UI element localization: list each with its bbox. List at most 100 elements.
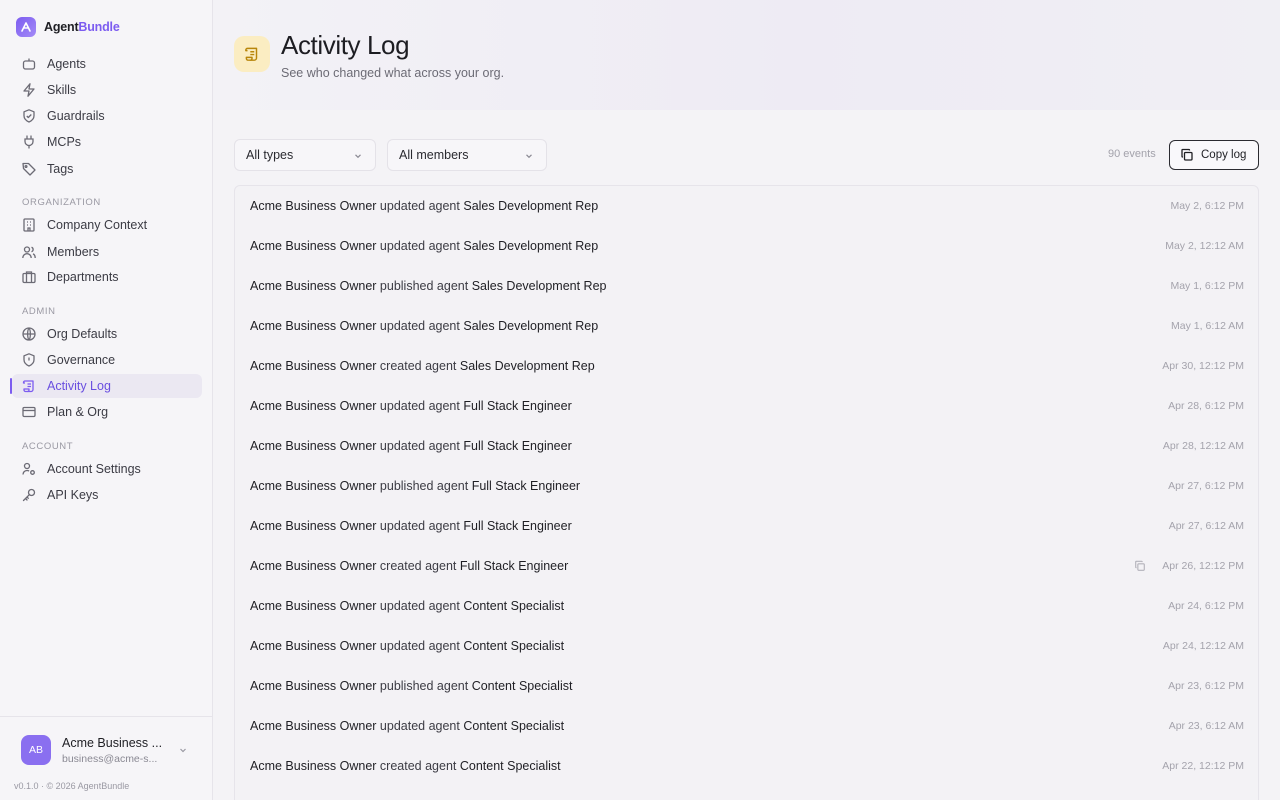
log-action: created agent — [379, 359, 457, 373]
sidebar-item-label: Governance — [47, 353, 116, 367]
log-row[interactable]: Acme Business Owner updated agent Full S… — [235, 386, 1258, 426]
sidebar-item-guardrails[interactable]: Guardrails — [12, 104, 202, 128]
events-count: 90 events — [1108, 148, 1156, 160]
sidebar-item-label: Agents — [47, 57, 86, 71]
log-action: published agent — [379, 479, 469, 493]
sidebar-item-agents[interactable]: Agents — [12, 52, 202, 76]
log-row[interactable]: Acme Business Owner updated agent Sales … — [235, 306, 1258, 346]
log-target: Content Specialist — [459, 759, 561, 773]
log-timestamp: Apr 26, 12:12 PM — [1162, 560, 1244, 572]
log-target: Full Stack Engineer — [463, 439, 572, 453]
chevron-down-icon — [180, 748, 186, 753]
sidebar-item-label: Members — [47, 245, 100, 259]
sidebar-item-label: Company Context — [47, 218, 148, 232]
type-filter-select[interactable]: All types — [234, 139, 376, 171]
user-cog-icon — [22, 462, 35, 475]
plug-icon — [24, 135, 34, 149]
log-action: created agent — [379, 559, 457, 573]
log-target: Full Stack Engineer — [459, 559, 569, 573]
log-entry-text: Acme Business Owner created agent Full S… — [250, 559, 568, 573]
member-filter-select[interactable]: All members — [387, 139, 547, 171]
sidebar-item-account-settings[interactable]: Account Settings — [12, 457, 202, 481]
log-row[interactable]: Acme Business Owner published agent Sale… — [235, 266, 1258, 306]
log-entry-text: Acme Business Owner created agent Sales … — [250, 359, 595, 373]
version-text: v0.1.0 · © 2026 AgentBundle — [14, 781, 130, 791]
log-entry-text: Acme Business Owner updated agent Conten… — [250, 639, 564, 653]
log-actor: Acme Business Owner — [250, 359, 377, 373]
chevron-down-icon — [526, 154, 532, 159]
log-action: updated agent — [379, 439, 460, 453]
log-actor: Acme Business Owner — [250, 239, 377, 253]
copy-icon — [1181, 148, 1193, 161]
credit-card-icon — [22, 406, 36, 418]
log-row[interactable]: Acme Business Owner updated agent Conten… — [235, 586, 1258, 626]
sidebar-item-activity-log[interactable]: Activity Log — [10, 374, 202, 398]
log-entry-text: Acme Business Owner published agent Sale… — [250, 279, 606, 293]
log-row[interactable]: Acme Business Owner updated agent Conten… — [235, 626, 1258, 666]
log-timestamp: Apr 28, 6:12 PM — [1168, 400, 1244, 412]
sidebar-item-label: Guardrails — [47, 109, 105, 123]
sidebar-item-label: Account Settings — [47, 462, 141, 476]
user-name: Acme Business ... — [62, 736, 163, 750]
sidebar-item-label: Tags — [47, 162, 74, 176]
sidebar-item-company-context[interactable]: Company Context — [12, 213, 202, 237]
log-actor: Acme Business Owner — [250, 439, 377, 453]
page-subtitle: See who changed what across your org. — [281, 66, 505, 80]
log-actor: Acme Business Owner — [250, 519, 377, 533]
brand[interactable]: AgentBundle — [16, 17, 120, 37]
log-row[interactable]: Acme Business Owner published agent Full… — [235, 466, 1258, 506]
log-action: updated agent — [379, 199, 460, 213]
sidebar-item-skills[interactable]: Skills — [12, 78, 202, 102]
sidebar-item-tags[interactable]: Tags — [12, 157, 202, 181]
log-entry-text: Acme Business Owner updated agent Full S… — [250, 519, 572, 533]
section-label-admin: ADMIN — [22, 306, 56, 317]
log-timestamp: Apr 30, 12:12 PM — [1162, 360, 1244, 372]
log-row[interactable]: Acme Business Owner published agent Cont… — [235, 666, 1258, 706]
log-row[interactable]: Acme Business Owner created agent Sales … — [235, 346, 1258, 386]
log-row[interactable]: Acme Business Owner updated agent Full S… — [235, 426, 1258, 466]
copy-row-icon[interactable] — [1134, 560, 1146, 572]
log-entry-text: Acme Business Owner updated agent Full S… — [250, 439, 572, 453]
log-actor: Acme Business Owner — [250, 479, 377, 493]
user-menu[interactable]: AB Acme Business ... business@acme-s... — [0, 716, 212, 782]
log-row[interactable]: Acme Business Owner updated agent Sales … — [235, 186, 1258, 226]
sidebar-item-api-keys[interactable]: API Keys — [12, 483, 202, 507]
sidebar-item-members[interactable]: Members — [12, 240, 202, 264]
shield-check-icon — [23, 109, 35, 123]
log-actor: Acme Business Owner — [250, 719, 377, 733]
log-row[interactable]: Acme Business Owner updated agent Full S… — [235, 506, 1258, 546]
log-action: updated agent — [379, 399, 460, 413]
log-target: Content Specialist — [471, 679, 573, 693]
sidebar-item-departments[interactable]: Departments — [12, 265, 202, 289]
log-row[interactable]: Acme Business Owner updated agent Sales … — [235, 226, 1258, 266]
log-timestamp: Apr 23, 6:12 PM — [1168, 680, 1244, 692]
sidebar-item-governance[interactable]: Governance — [12, 348, 202, 372]
log-action: published agent — [379, 279, 469, 293]
log-row[interactable]: Acme Business Owner created agent Full S… — [235, 546, 1258, 586]
log-entry-text: Acme Business Owner updated agent Full S… — [250, 399, 572, 413]
log-actor: Acme Business Owner — [250, 559, 377, 573]
scroll-icon — [245, 47, 258, 61]
log-entry-text: Acme Business Owner published agent Full… — [250, 479, 580, 493]
sidebar-item-org-defaults[interactable]: Org Defaults — [12, 322, 202, 346]
key-icon — [22, 488, 36, 502]
log-action: published agent — [379, 679, 469, 693]
log-timestamp: May 2, 12:12 AM — [1165, 240, 1244, 252]
copy-log-button[interactable]: Copy log — [1169, 140, 1259, 170]
sidebar-item-plan-org[interactable]: Plan & Org — [12, 400, 202, 424]
log-target: Full Stack Engineer — [463, 519, 572, 533]
log-actor: Acme Business Owner — [250, 599, 377, 613]
log-entry-text: Acme Business Owner updated agent Conten… — [250, 719, 564, 733]
log-row[interactable]: Acme Business Owner created agent Conten… — [235, 746, 1258, 786]
log-row[interactable]: Acme Business Owner updated agent Conten… — [235, 706, 1258, 746]
log-timestamp: Apr 27, 6:12 AM — [1168, 520, 1244, 532]
log-entry-text: Acme Business Owner published agent Cont… — [250, 679, 572, 693]
log-actor: Acme Business Owner — [250, 399, 377, 413]
log-target: Sales Development Rep — [459, 359, 595, 373]
member-filter-value: All members — [399, 148, 469, 162]
briefcase-icon — [22, 271, 36, 284]
sidebar-item-label: Plan & Org — [47, 405, 109, 419]
log-timestamp: Apr 27, 6:12 PM — [1168, 480, 1244, 492]
sidebar-item-mcps[interactable]: MCPs — [12, 130, 202, 154]
section-label-organization: ORGANIZATION — [22, 197, 101, 208]
